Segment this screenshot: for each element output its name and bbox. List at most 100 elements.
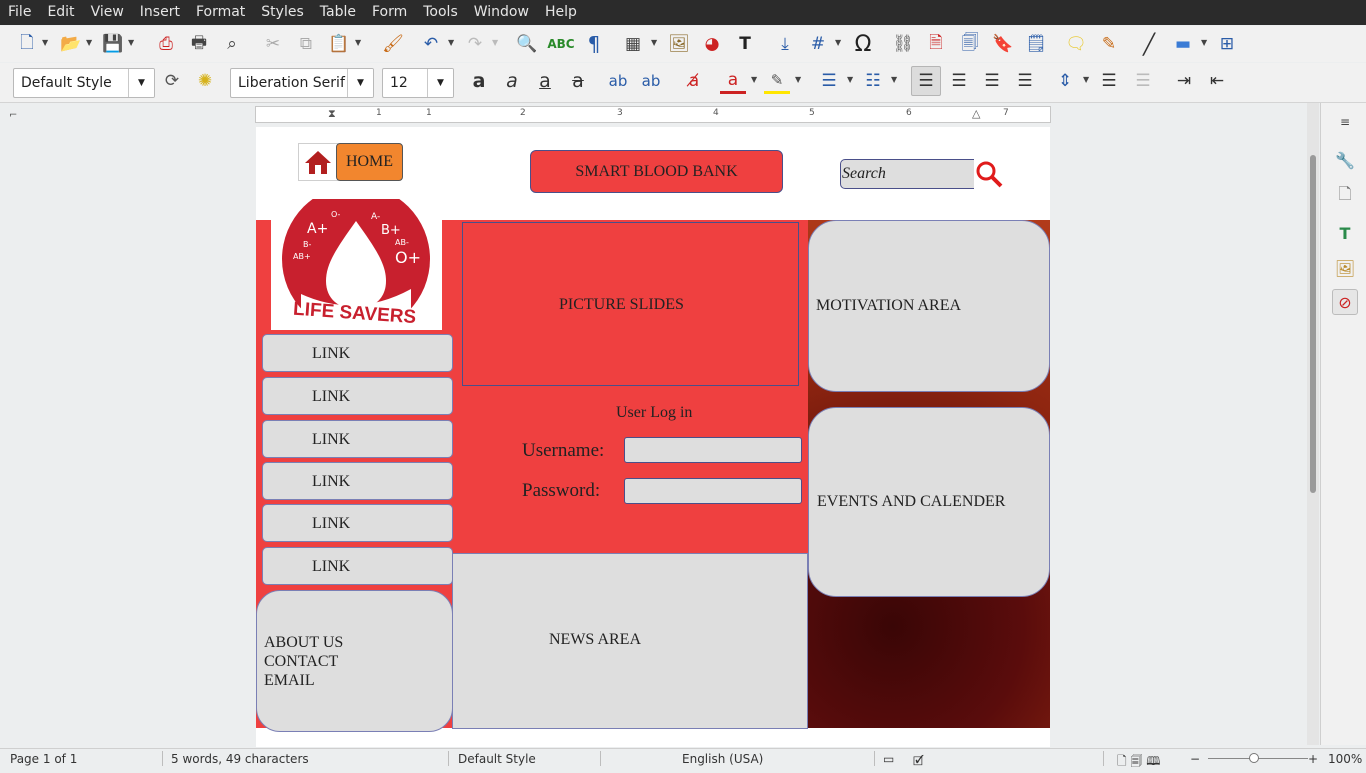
copy-icon[interactable]: ⧉ — [293, 31, 319, 57]
ordered-list-icon[interactable]: ☷ — [860, 68, 886, 94]
menu-window[interactable]: Window — [466, 0, 537, 25]
basic-shapes-icon[interactable]: ▬ — [1170, 31, 1196, 57]
align-right-icon[interactable]: ☰ — [979, 68, 1005, 94]
insert-table-icon[interactable]: ▦ — [620, 31, 646, 57]
print-preview-icon[interactable]: ⌕ — [219, 31, 245, 57]
decrease-indent-icon[interactable]: ⇤ — [1204, 68, 1230, 94]
gallery-icon[interactable]: 🖼 — [1332, 255, 1358, 281]
redo-icon[interactable]: ↷ — [462, 31, 488, 57]
insert-line-icon[interactable]: ╱ — [1136, 31, 1162, 57]
font-name-combo[interactable]: Liberation Serif ▼ — [230, 68, 374, 98]
home-icon[interactable] — [298, 143, 338, 181]
show-draw-functions-icon[interactable]: ⊞ — [1214, 31, 1240, 57]
chevron-down-icon[interactable]: ▼ — [427, 69, 453, 97]
page-count[interactable]: Page 1 of 1 — [10, 752, 77, 766]
menu-view[interactable]: View — [83, 0, 132, 25]
superscript-icon[interactable]: ab — [605, 68, 631, 94]
line-spacing-icon[interactable]: ⇕ — [1052, 68, 1078, 94]
insert-field-icon[interactable]: # — [805, 31, 831, 57]
search-icon[interactable] — [974, 159, 1004, 189]
open-dropdown-arrow[interactable]: ▼ — [86, 38, 92, 47]
contact-link[interactable]: CONTACT — [264, 652, 452, 671]
home-button[interactable]: HOME — [336, 143, 403, 181]
update-style-icon[interactable]: ⟳ — [159, 68, 185, 94]
underline-icon[interactable]: a — [532, 68, 558, 94]
navigator-icon[interactable]: ⊘ — [1332, 289, 1358, 315]
page-style[interactable]: Default Style — [458, 752, 536, 766]
highlighting-color-icon[interactable]: ✎ — [764, 68, 790, 94]
increase-paragraph-spacing-icon[interactable]: ☰ — [1096, 68, 1122, 94]
menu-insert[interactable]: Insert — [132, 0, 188, 25]
menu-edit[interactable]: Edit — [39, 0, 82, 25]
special-character-icon[interactable]: Ω — [850, 31, 876, 57]
tab-stop-selector[interactable]: ⌐ — [9, 110, 17, 121]
password-field[interactable] — [624, 478, 802, 504]
decrease-paragraph-spacing-icon[interactable]: ☰ — [1130, 68, 1156, 94]
numbering-dropdown-arrow[interactable]: ▼ — [891, 75, 897, 84]
insert-image-icon[interactable]: 🖼 — [666, 31, 692, 57]
save-dropdown-arrow[interactable]: ▼ — [128, 38, 134, 47]
insert-endnote-icon[interactable]: 🗐 — [957, 31, 983, 57]
zoom-out-icon[interactable]: − — [1190, 752, 1200, 766]
clone-formatting-icon[interactable]: 🖌 — [380, 31, 406, 57]
menu-file[interactable]: File — [0, 0, 39, 25]
chevron-down-icon[interactable]: ▼ — [128, 69, 154, 97]
language[interactable]: English (USA) — [682, 752, 763, 766]
insert-bookmark-icon[interactable]: 🔖 — [990, 31, 1016, 57]
nav-link-1[interactable]: LINK — [262, 334, 453, 372]
unordered-list-icon[interactable]: ☰ — [816, 68, 842, 94]
new-dropdown-arrow[interactable]: ▼ — [42, 38, 48, 47]
italic-icon[interactable]: a — [499, 68, 525, 94]
line-spacing-dropdown-arrow[interactable]: ▼ — [1083, 75, 1089, 84]
paste-dropdown-arrow[interactable]: ▼ — [355, 38, 361, 47]
align-center-icon[interactable]: ☰ — [946, 68, 972, 94]
styles-icon[interactable]: T — [1332, 220, 1358, 246]
nav-link-5[interactable]: LINK — [262, 504, 453, 542]
clear-formatting-icon[interactable]: a̸ — [681, 68, 707, 94]
properties-icon[interactable]: 🔧 — [1332, 147, 1358, 173]
find-replace-icon[interactable]: 🔍 — [514, 31, 540, 57]
table-dropdown-arrow[interactable]: ▼ — [651, 38, 657, 47]
right-indent-marker[interactable]: △ — [972, 107, 980, 120]
cut-icon[interactable]: ✂ — [260, 31, 286, 57]
insert-footnote-icon[interactable]: 🗎 — [923, 31, 949, 57]
menu-form[interactable]: Form — [364, 0, 415, 25]
document-modified-icon[interactable]: 🗹 — [913, 752, 924, 773]
username-field[interactable] — [624, 437, 802, 463]
insert-page-break-icon[interactable]: ⤓ — [772, 31, 798, 57]
insert-text-box-icon[interactable]: T — [732, 31, 758, 57]
export-pdf-icon[interactable]: ⎙ — [153, 31, 179, 57]
new-document-icon[interactable]: 🗋 — [14, 31, 40, 57]
document-page[interactable]: HOME SMART BLOOD BANK Search A+ A- B+ B-… — [256, 127, 1050, 747]
align-left-icon[interactable]: ☰ — [911, 66, 941, 96]
paragraph-style-combo[interactable]: Default Style ▼ — [13, 68, 155, 98]
increase-indent-icon[interactable]: ⇥ — [1171, 68, 1197, 94]
zoom-in-icon[interactable]: + — [1308, 752, 1318, 766]
open-folder-icon[interactable]: 📂 — [58, 31, 84, 57]
font-color-dropdown-arrow[interactable]: ▼ — [751, 75, 757, 84]
shapes-dropdown-arrow[interactable]: ▼ — [1201, 38, 1207, 47]
email-link[interactable]: EMAIL — [264, 671, 452, 690]
page-icon[interactable]: 🗋 — [1332, 183, 1358, 209]
menu-table[interactable]: Table — [312, 0, 364, 25]
about-us-link[interactable]: ABOUT US — [264, 633, 452, 652]
nav-link-2[interactable]: LINK — [262, 377, 453, 415]
menu-styles[interactable]: Styles — [253, 0, 311, 25]
new-style-icon[interactable]: ✺ — [192, 68, 218, 94]
vertical-scrollbar[interactable] — [1307, 103, 1319, 745]
formatting-marks-icon[interactable]: ¶ — [581, 31, 607, 57]
insert-comment-icon[interactable]: 🗨 — [1063, 31, 1089, 57]
nav-link-4[interactable]: LINK — [262, 462, 453, 500]
subscript-icon[interactable]: ab — [638, 68, 664, 94]
horizontal-ruler[interactable]: 1 1 2 3 4 5 6 7 ⧗ △ — [255, 106, 1051, 123]
nav-link-3[interactable]: LINK — [262, 420, 453, 458]
menu-format[interactable]: Format — [188, 0, 253, 25]
save-icon[interactable]: 💾 — [100, 31, 126, 57]
paste-icon[interactable]: 📋 — [326, 31, 352, 57]
justify-icon[interactable]: ☰ — [1012, 68, 1038, 94]
field-dropdown-arrow[interactable]: ▼ — [835, 38, 841, 47]
zoom-slider-handle[interactable] — [1249, 753, 1259, 763]
font-size-combo[interactable]: 12 ▼ — [382, 68, 454, 98]
nav-link-6[interactable]: LINK — [262, 547, 453, 585]
strikethrough-icon[interactable]: a — [565, 68, 591, 94]
